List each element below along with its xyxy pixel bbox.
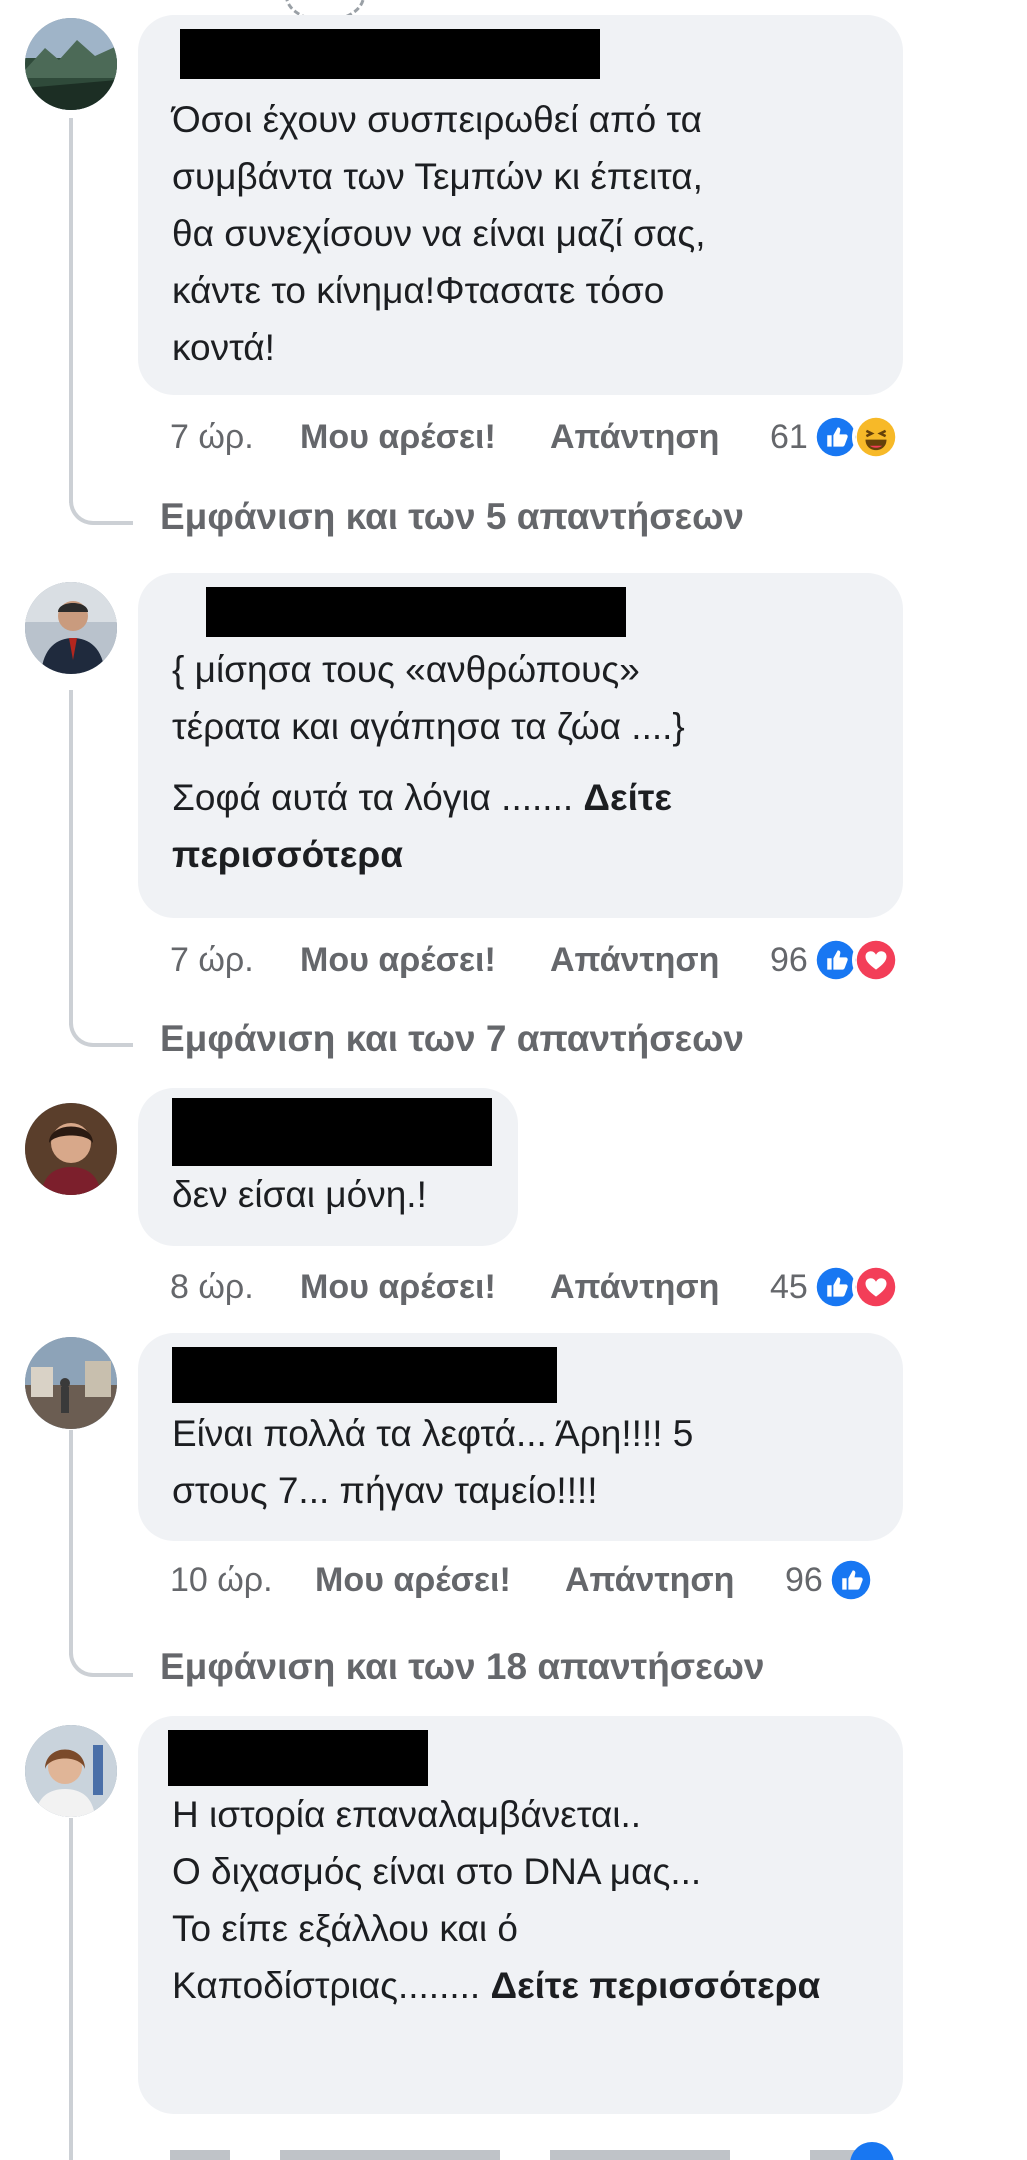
thread-line <box>69 690 73 1025</box>
comment-actions: 7 ώρ. Μου αρέσει! Απάντηση 61 <box>170 412 900 462</box>
comment-actions: 8 ώρ. Μου αρέσει! Απάντηση 45 <box>170 1262 900 1312</box>
comment-time[interactable]: 8 ώρ. <box>170 1268 300 1307</box>
avatar-person-image <box>25 582 117 674</box>
comment-text: Είναι πολλά τα λεφτά... Άρη!!!! 5 στους … <box>172 1413 694 1511</box>
view-replies-link[interactable]: Εμφάνιση και των 7 απαντήσεων <box>160 1012 744 1066</box>
partial-action-strip <box>170 2150 890 2160</box>
reaction-count[interactable]: 96 <box>770 941 808 980</box>
comment-actions: 10 ώρ. Μου αρέσει! Απάντηση 96 <box>170 1555 875 1605</box>
reaction-count[interactable]: 45 <box>770 1268 808 1307</box>
thread-line <box>69 118 73 503</box>
reaction-count[interactable]: 61 <box>770 418 808 457</box>
view-replies-link[interactable]: Εμφάνιση και των 18 απαντήσεων <box>160 1640 765 1694</box>
like-button[interactable]: Μου αρέσει! <box>300 418 550 457</box>
comment-text: Η ιστορία επαναλαμβάνεται.. Ο διχασμός ε… <box>172 1786 869 2014</box>
like-button[interactable]: Μου αρέσει! <box>300 1268 550 1307</box>
avatar-street-image <box>25 1337 117 1429</box>
love-reaction-icon <box>851 1263 900 1311</box>
thread-connector <box>69 1647 133 1677</box>
avatar-person-image <box>25 1103 117 1195</box>
comment-time[interactable]: 10 ώρ. <box>170 1561 315 1600</box>
like-reaction-icon <box>826 1556 875 1604</box>
comment-actions-partial <box>150 2138 930 2160</box>
comment-text: { μίσησα τους «ανθρώπους» τέρατα και αγά… <box>172 649 685 747</box>
view-replies-link[interactable]: Εμφάνιση και των 5 απαντήσεων <box>160 490 744 544</box>
like-reaction-icon <box>850 2142 894 2160</box>
comment-bubble[interactable]: Η ιστορία επαναλαμβάνεται.. Ο διχασμός ε… <box>138 1716 903 2114</box>
avatar[interactable] <box>25 1337 117 1429</box>
see-more-link[interactable]: Δείτε περισσότερα <box>490 1965 820 2006</box>
comment-time[interactable]: 7 ώρ. <box>170 418 300 457</box>
comment-bubble[interactable]: { μίσησα τους «ανθρώπους» τέρατα και αγά… <box>138 573 903 918</box>
thread-connector <box>69 1017 133 1047</box>
comment-actions: 7 ώρ. Μου αρέσει! Απάντηση 96 <box>170 935 900 985</box>
comment-bubble[interactable]: Είναι πολλά τα λεφτά... Άρη!!!! 5 στους … <box>138 1333 903 1541</box>
like-button[interactable]: Μου αρέσει! <box>300 941 550 980</box>
comment-bubble[interactable]: δεν είσαι μόνη.! <box>138 1088 518 1246</box>
redacted-author-name <box>180 29 600 79</box>
thread-line <box>69 1430 73 1655</box>
thread-connector <box>69 495 133 525</box>
reply-button[interactable]: Απάντηση <box>550 1268 770 1307</box>
like-button[interactable]: Μου αρέσει! <box>315 1561 565 1600</box>
comment-time[interactable]: 7 ώρ. <box>170 941 300 980</box>
redacted-author-name <box>168 1730 428 1786</box>
redacted-author-name <box>172 1347 557 1403</box>
redacted-author-name <box>206 587 626 637</box>
comment-text-part: Σοφά αυτά τα λόγια ....... <box>172 777 584 818</box>
comment-text: δεν είσαι μόνη.! <box>172 1174 427 1215</box>
haha-reaction-icon <box>851 413 900 461</box>
reply-button[interactable]: Απάντηση <box>565 1561 785 1600</box>
love-reaction-icon <box>851 936 900 984</box>
avatar[interactable] <box>25 582 117 674</box>
avatar-person-image <box>25 1725 117 1817</box>
avatar-mountain-image <box>25 18 117 110</box>
comment-text-continued: Σοφά αυτά τα λόγια ....... Δείτε περισσό… <box>172 769 869 883</box>
avatar[interactable] <box>25 1725 117 1817</box>
avatar[interactable] <box>25 1103 117 1195</box>
comment-text: Όσοι έχουν συσπειρωθεί από τα συμβάντα τ… <box>172 99 706 368</box>
redacted-author-name <box>172 1098 492 1166</box>
thread-line <box>69 1818 73 2160</box>
comment-bubble[interactable]: Όσοι έχουν συσπειρωθεί από τα συμβάντα τ… <box>138 15 903 395</box>
reply-button[interactable]: Απάντηση <box>550 418 770 457</box>
reply-button[interactable]: Απάντηση <box>550 941 770 980</box>
avatar[interactable] <box>25 18 117 110</box>
reaction-count[interactable]: 96 <box>785 1561 823 1600</box>
